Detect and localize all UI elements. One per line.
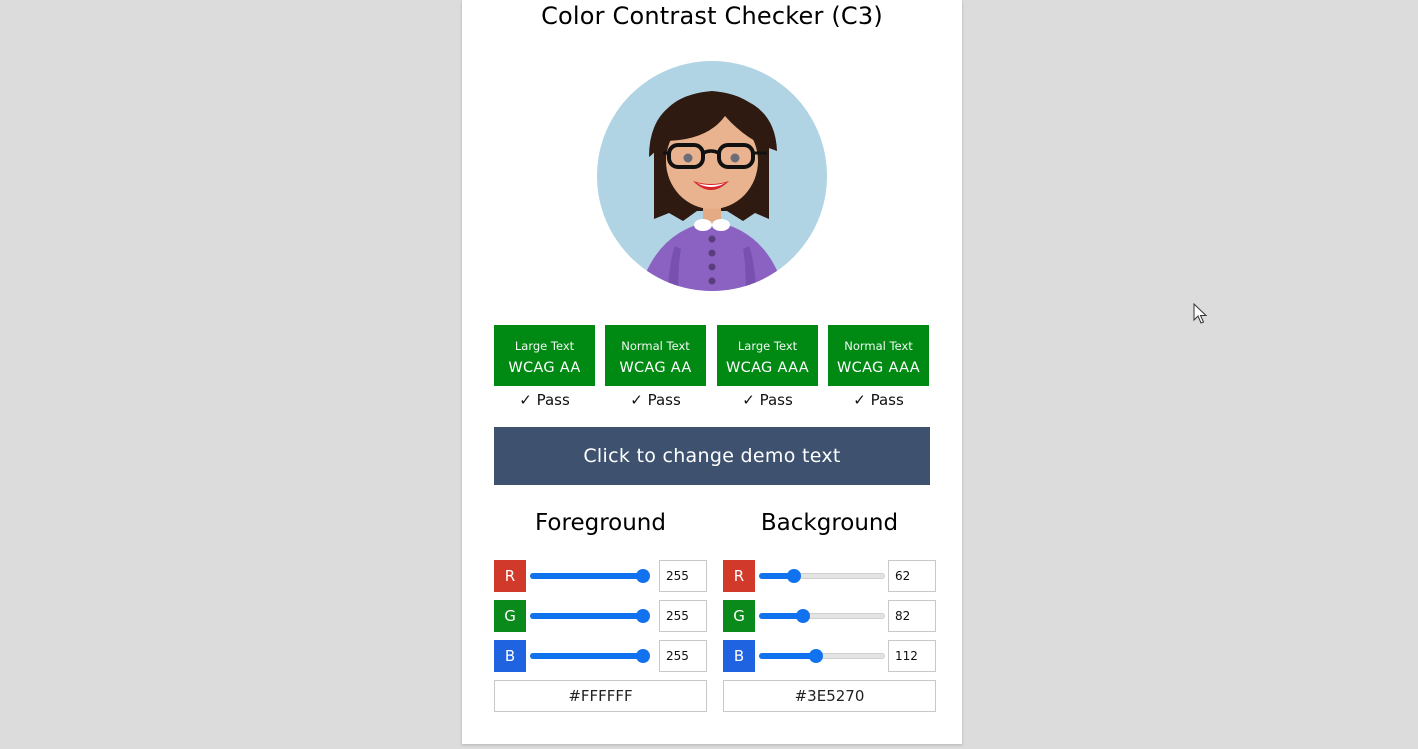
bg-blue-input[interactable] — [888, 640, 936, 672]
fg-blue-input[interactable] — [659, 640, 707, 672]
result-level: WCAG AA — [508, 360, 581, 376]
page-title: Color Contrast Checker (C3) — [541, 2, 883, 30]
result-level: WCAG AA — [619, 360, 692, 376]
result-status: ✓ Pass — [630, 391, 681, 409]
slider-handle[interactable] — [796, 609, 811, 623]
result-size: Normal Text — [844, 339, 913, 353]
bg-hex-input[interactable] — [723, 680, 936, 712]
fg-red-label: R — [494, 560, 526, 592]
bg-red-input[interactable] — [888, 560, 936, 592]
slider-handle[interactable] — [787, 569, 802, 583]
fg-green-label: G — [494, 600, 526, 632]
fg-green-slider[interactable] — [530, 609, 650, 623]
fg-blue-label: B — [494, 640, 526, 672]
fg-red-input[interactable] — [659, 560, 707, 592]
bg-green-label: G — [723, 600, 755, 632]
mouse-pointer-icon — [1193, 303, 1208, 324]
result-status: ✓ Pass — [742, 391, 793, 409]
bg-red-label: R — [723, 560, 755, 592]
result-size: Large Text — [514, 339, 575, 353]
result-level: WCAG AAA — [726, 360, 809, 376]
result-size: Normal Text — [621, 339, 690, 353]
bg-blue-slider[interactable] — [759, 649, 885, 663]
result-normal-aaa: Normal Text WCAG AAA — [828, 325, 929, 386]
background-heading: Background — [760, 510, 899, 536]
result-large-aaa: Large Text WCAG AAA — [717, 325, 818, 386]
bg-blue-label: B — [723, 640, 755, 672]
contrast-checker-panel: Color Contrast Checker (C3) Large Text W… — [462, 0, 962, 744]
bg-red-slider[interactable] — [759, 569, 885, 583]
result-level: WCAG AAA — [837, 360, 920, 376]
foreground-heading: Foreground — [535, 510, 666, 536]
bg-green-input[interactable] — [888, 600, 936, 632]
change-demo-text-button[interactable]: Click to change demo text — [494, 427, 930, 485]
slider-handle[interactable] — [636, 569, 650, 583]
result-large-aa: Large Text WCAG AA — [494, 325, 595, 386]
result-status: ✓ Pass — [853, 391, 904, 409]
result-status: ✓ Pass — [519, 391, 570, 409]
slider-handle[interactable] — [809, 649, 824, 663]
bg-green-slider[interactable] — [759, 609, 885, 623]
slider-handle[interactable] — [636, 649, 650, 663]
fg-red-slider[interactable] — [530, 569, 650, 583]
result-normal-aa: Normal Text WCAG AA — [605, 325, 706, 386]
fg-blue-slider[interactable] — [530, 649, 650, 663]
slider-handle[interactable] — [636, 609, 650, 623]
fg-green-input[interactable] — [659, 600, 707, 632]
result-size: Large Text — [737, 339, 798, 353]
fg-hex-input[interactable] — [494, 680, 707, 712]
avatar-illustration — [597, 61, 827, 291]
